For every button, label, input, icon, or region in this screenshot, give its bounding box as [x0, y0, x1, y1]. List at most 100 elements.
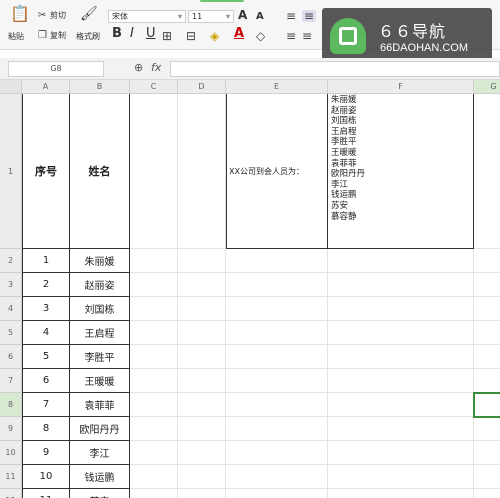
- cell[interactable]: [130, 489, 178, 498]
- cell[interactable]: [328, 465, 474, 489]
- row-header-11[interactable]: 11: [0, 465, 22, 489]
- cell[interactable]: [474, 273, 500, 297]
- shrink-font-button[interactable]: A: [256, 12, 264, 22]
- cell[interactable]: [178, 417, 226, 441]
- cell[interactable]: [226, 321, 328, 345]
- column-header-b[interactable]: B: [70, 80, 130, 94]
- cell[interactable]: [328, 273, 474, 297]
- cell[interactable]: [178, 393, 226, 417]
- cell[interactable]: [474, 249, 500, 273]
- name-box[interactable]: G8: [8, 61, 104, 77]
- cell[interactable]: [130, 297, 178, 321]
- name-cell[interactable]: 李胜平: [70, 345, 130, 369]
- bold-button[interactable]: B: [112, 27, 122, 40]
- seq-cell[interactable]: 11: [22, 489, 70, 498]
- seq-cell[interactable]: 5: [22, 345, 70, 369]
- seq-cell[interactable]: 2: [22, 273, 70, 297]
- row-header-10[interactable]: 10: [0, 441, 22, 465]
- format-painter-button[interactable]: 格式刷: [76, 32, 100, 42]
- cell[interactable]: [178, 94, 226, 249]
- name-cell[interactable]: 朱丽媛: [70, 249, 130, 273]
- copy-button[interactable]: 复制: [50, 31, 66, 41]
- seq-cell[interactable]: 10: [22, 465, 70, 489]
- cell[interactable]: [328, 321, 474, 345]
- cell[interactable]: [328, 441, 474, 465]
- cell[interactable]: [474, 465, 500, 489]
- cell[interactable]: [226, 369, 328, 393]
- format-painter-icon[interactable]: 🖌: [80, 7, 98, 21]
- cell[interactable]: [130, 393, 178, 417]
- cell[interactable]: [178, 345, 226, 369]
- cell[interactable]: [474, 345, 500, 369]
- cell[interactable]: [130, 273, 178, 297]
- cell[interactable]: [474, 489, 500, 498]
- cell[interactable]: [130, 94, 178, 249]
- cell[interactable]: [226, 465, 328, 489]
- paste-icon[interactable]: 📋: [10, 6, 30, 22]
- seq-cell[interactable]: 6: [22, 369, 70, 393]
- cell[interactable]: [328, 489, 474, 498]
- column-header-a[interactable]: A: [22, 80, 70, 94]
- attendee-list-cell[interactable]: 朱丽媛 赵丽姿 刘国栋 王启程 李胜平 王暖暖 袁菲菲 欧阳丹丹 李江 钱运鹏 苏安 慕容静: [328, 94, 474, 249]
- name-cell[interactable]: 李江: [70, 441, 130, 465]
- cell[interactable]: [328, 249, 474, 273]
- align-left-icon[interactable]: ≡: [286, 10, 296, 22]
- cell[interactable]: [130, 369, 178, 393]
- cell[interactable]: [328, 417, 474, 441]
- cell[interactable]: [226, 345, 328, 369]
- cell[interactable]: [178, 273, 226, 297]
- name-cell[interactable]: 刘国栋: [70, 297, 130, 321]
- highlight-icon[interactable]: ◈: [210, 30, 219, 42]
- column-header-g[interactable]: G: [474, 80, 500, 94]
- cell[interactable]: [130, 465, 178, 489]
- scissors-icon[interactable]: ✂: [38, 10, 46, 22]
- cell[interactable]: [226, 393, 328, 417]
- company-label-cell[interactable]: XX公司到会人员为：: [226, 94, 328, 249]
- row-header-2[interactable]: 2: [0, 249, 22, 273]
- seq-cell[interactable]: 7: [22, 393, 70, 417]
- sheet-grid[interactable]: ABCDEFG123456789101112序号姓名1朱丽媛2赵丽姿3刘国栋4王…: [0, 80, 500, 498]
- border-icon[interactable]: ⊞: [162, 30, 172, 42]
- cell[interactable]: [226, 273, 328, 297]
- italic-button[interactable]: I: [130, 27, 134, 40]
- seq-cell[interactable]: 3: [22, 297, 70, 321]
- cut-button[interactable]: 剪切: [50, 11, 66, 21]
- row-header-8[interactable]: 8: [0, 393, 22, 417]
- cell[interactable]: [328, 369, 474, 393]
- cell[interactable]: [328, 297, 474, 321]
- name-cell[interactable]: 苏安: [70, 489, 130, 498]
- name-cell[interactable]: 袁菲菲: [70, 393, 130, 417]
- cell[interactable]: [130, 249, 178, 273]
- cell[interactable]: [130, 417, 178, 441]
- row-header-12[interactable]: 12: [0, 489, 22, 498]
- name-cell[interactable]: 欧阳丹丹: [70, 417, 130, 441]
- font-color-button[interactable]: A: [234, 27, 244, 40]
- cell[interactable]: [226, 441, 328, 465]
- row-header-3[interactable]: 3: [0, 273, 22, 297]
- column-header-f[interactable]: F: [328, 80, 474, 94]
- cell[interactable]: [226, 297, 328, 321]
- fx-label[interactable]: fx: [151, 61, 161, 74]
- seq-cell[interactable]: 9: [22, 441, 70, 465]
- align-justify-icon[interactable]: ≡: [286, 30, 296, 42]
- cell[interactable]: [178, 489, 226, 498]
- cell[interactable]: [474, 441, 500, 465]
- select-all-corner[interactable]: [0, 80, 22, 94]
- font-size-select[interactable]: 11 ▾: [188, 10, 234, 23]
- formula-input[interactable]: [170, 61, 500, 77]
- row-header-1[interactable]: 1: [0, 94, 22, 249]
- clear-format-icon[interactable]: ◇: [256, 30, 265, 42]
- cell[interactable]: [474, 369, 500, 393]
- align-right-icon[interactable]: ≡: [302, 30, 312, 42]
- cell[interactable]: [226, 249, 328, 273]
- column-header-d[interactable]: D: [178, 80, 226, 94]
- cell[interactable]: [178, 441, 226, 465]
- column-header-c[interactable]: C: [130, 80, 178, 94]
- cell[interactable]: [226, 417, 328, 441]
- active-cell-selection[interactable]: [473, 392, 500, 418]
- cell[interactable]: [178, 465, 226, 489]
- name-cell[interactable]: 钱运鹏: [70, 465, 130, 489]
- cell[interactable]: [130, 345, 178, 369]
- seq-cell[interactable]: 8: [22, 417, 70, 441]
- name-cell[interactable]: 赵丽姿: [70, 273, 130, 297]
